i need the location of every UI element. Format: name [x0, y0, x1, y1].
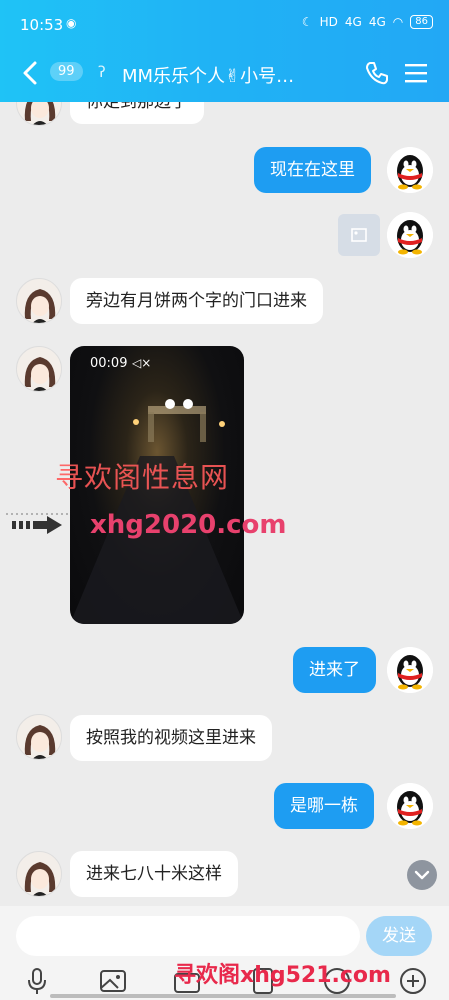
signal-2-label: 4G — [368, 15, 386, 29]
my-avatar[interactable] — [387, 212, 433, 258]
message-bubble-left[interactable]: 进来七八十米这样 — [70, 851, 238, 897]
message-bubble-right[interactable]: 进来了 — [293, 647, 376, 693]
girl-avatar-icon — [17, 852, 61, 896]
home-indicator[interactable] — [50, 994, 396, 998]
scroll-to-bottom-button[interactable] — [407, 860, 437, 890]
contact-avatar[interactable] — [16, 346, 62, 392]
battery-indicator: 86 — [410, 15, 433, 29]
app-notification-icon: ◉ — [66, 16, 77, 30]
my-avatar[interactable] — [387, 783, 433, 829]
girl-avatar-icon — [17, 715, 61, 759]
girl-avatar-icon — [17, 347, 61, 391]
qq-penguin-icon — [387, 647, 433, 693]
video-duration: 00:09 — [90, 356, 128, 371]
my-avatar[interactable] — [387, 647, 433, 693]
phone-icon[interactable] — [364, 60, 390, 86]
mute-icon: ◁× — [132, 356, 152, 370]
contact-avatar[interactable] — [16, 714, 62, 760]
message-input[interactable] — [16, 916, 360, 956]
back-arrow-icon[interactable] — [18, 58, 44, 88]
menu-icon[interactable] — [404, 62, 428, 84]
message-bubble-right[interactable]: 是哪一栋 — [274, 783, 374, 829]
qq-penguin-icon — [387, 147, 433, 193]
message-bubble-left[interactable]: 旁边有月饼两个字的门口进来 — [70, 278, 323, 324]
chevron-down-icon — [414, 870, 430, 880]
title-bar: 99 ʔ MM乐乐个人✌小号… — [0, 50, 449, 96]
arrow-watermark-icon — [6, 513, 68, 534]
unread-badge[interactable]: 99 — [50, 62, 83, 81]
message-bubble-left[interactable]: 按照我的视频这里进来 — [70, 715, 272, 761]
plus-icon[interactable] — [398, 966, 428, 996]
send-button[interactable]: 发送 — [366, 916, 432, 956]
signal-1-label: 4G — [344, 15, 362, 29]
watermark-text: 寻欢阁性息网 — [55, 461, 230, 494]
status-bar: 10:53 ◉ ☾ HD 4G 4G ◠ 86 — [0, 0, 449, 46]
message-bubble-right[interactable]: 现在在这里 — [254, 147, 371, 193]
chat-title[interactable]: MM乐乐个人✌小号… — [122, 62, 294, 88]
moon-icon: ☾ — [301, 15, 313, 29]
chat-header: 10:53 ◉ ☾ HD 4G 4G ◠ 86 99 ʔ MM乐乐个人✌小号… — [0, 0, 449, 102]
status-icons: ☾ HD 4G 4G ◠ 86 — [302, 15, 433, 29]
watermark-url: xhg2020.com — [90, 510, 287, 540]
ear-mode-icon: ʔ — [98, 63, 106, 81]
image-message[interactable] — [338, 214, 380, 256]
my-avatar[interactable] — [387, 147, 433, 193]
status-time: 10:53 — [20, 16, 64, 34]
microphone-icon[interactable] — [22, 966, 52, 996]
qq-penguin-icon — [387, 783, 433, 829]
girl-avatar-icon — [17, 279, 61, 323]
contact-avatar[interactable] — [16, 278, 62, 324]
wifi-icon: ◠ — [392, 15, 404, 29]
watermark-footer: 寻欢阁xhg521.com — [174, 963, 391, 988]
qq-penguin-icon — [387, 212, 433, 258]
image-placeholder-icon — [351, 228, 367, 242]
image-icon[interactable] — [98, 966, 128, 996]
hd-label: HD — [319, 15, 338, 29]
contact-avatar[interactable] — [16, 851, 62, 897]
